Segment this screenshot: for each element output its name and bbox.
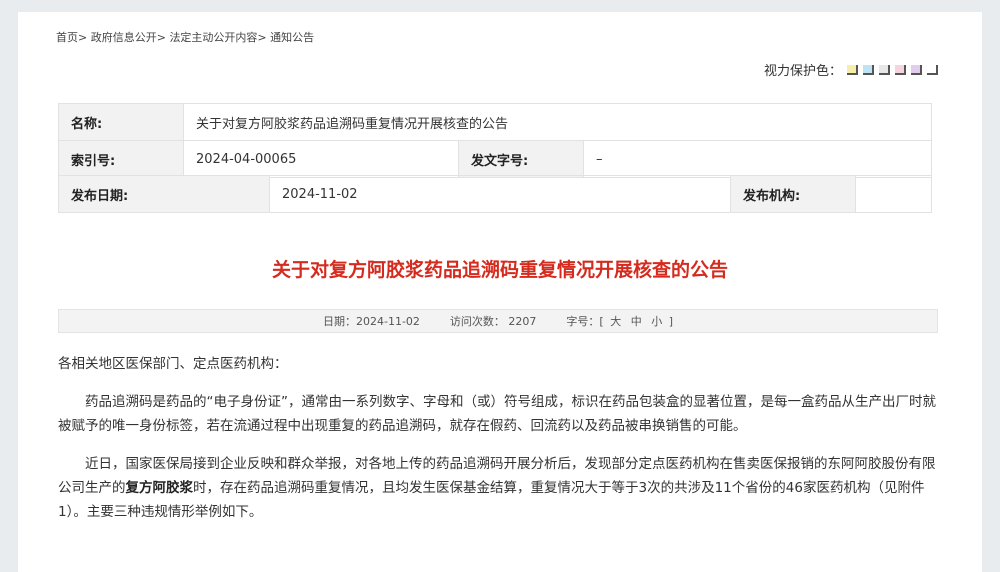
color-swatch-white[interactable] xyxy=(927,64,938,75)
font-size-medium-link[interactable]: 中 xyxy=(631,315,642,328)
color-swatch-gray[interactable] xyxy=(879,64,890,75)
color-swatch-pink[interactable] xyxy=(895,64,906,75)
meta-date-value: 2024-11-02 xyxy=(269,175,731,213)
breadcrumb-notices-link[interactable]: 通知公告 xyxy=(270,31,314,44)
document-meta-table-dates: 发布日期: 2024-11-02 发布机构: xyxy=(58,175,932,213)
vision-protect-label: 视力保护色： xyxy=(763,64,842,79)
article-title: 关于对复方阿胶浆药品追溯码重复情况开展核查的公告 xyxy=(271,259,728,281)
font-size-label: 字号：[ xyxy=(566,315,604,328)
meta-name-value: 关于对复方阿胶浆药品追溯码重复情况开展核查的公告 xyxy=(183,103,932,141)
meta-docno-value: – xyxy=(583,140,932,178)
meta-row-date: 发布日期: 2024-11-02 发布机构: xyxy=(58,175,932,213)
article-paragraph-1: 药品追溯码是药品的“电子身份证”，通常由一系列数字、字母和（或）符号组成，标识在… xyxy=(58,394,936,434)
breadcrumb-gov-info-link[interactable]: 政府信息公开> xyxy=(91,31,166,44)
article-paragraph-2: 近日，国家医保局接到企业反映和群众举报，对各地上传的药品追溯码开展分析后，发现部… xyxy=(58,452,936,524)
meta-org-value xyxy=(855,175,932,213)
meta-docno-label: 发文字号: xyxy=(458,140,584,178)
breadcrumb: 首页> 政府信息公开> 法定主动公开内容> 通知公告 xyxy=(56,29,314,45)
meta-org-label: 发布机构: xyxy=(730,175,856,213)
font-size-large-link[interactable]: 大 xyxy=(610,315,621,328)
meta-row-index: 索引号: 2024-04-00065 发文字号: – xyxy=(58,140,932,178)
color-swatch-purple[interactable] xyxy=(911,64,922,75)
meta-index-label: 索引号: xyxy=(58,140,184,178)
meta-index-value: 2024-04-00065 xyxy=(183,140,459,178)
document-meta-table: 名称: 关于对复方阿胶浆药品追溯码重复情况开展核查的公告 索引号: 2024-0… xyxy=(58,103,932,178)
font-size-small-link[interactable]: 小 xyxy=(651,315,662,328)
article-salutation: 各相关地区医保部门、定点医药机构： xyxy=(58,356,288,372)
meta-date-label: 发布日期: xyxy=(58,175,270,213)
breadcrumb-statutory-link[interactable]: 法定主动公开内容> xyxy=(169,31,266,44)
article-date: 日期：2024-11-02 xyxy=(322,315,420,328)
breadcrumb-home-link[interactable]: 首页> xyxy=(56,31,87,44)
paragraph-2-bold-product: 复方阿胶浆 xyxy=(125,480,194,496)
page-container: 首页> 政府信息公开> 法定主动公开内容> 通知公告 视力保护色： 名称: 关于… xyxy=(18,12,982,572)
vision-protect-color: 视力保护色： xyxy=(764,60,938,79)
font-size-close-bracket: ] xyxy=(668,315,674,328)
meta-name-label: 名称: xyxy=(58,103,184,141)
article-body: 各相关地区医保部门、定点医药机构： 药品追溯码是药品的“电子身份证”，通常由一系… xyxy=(58,352,936,538)
font-size-selector: 字号：[ 大 中 小 ] xyxy=(566,313,673,329)
article-info-bar: 日期：2024-11-02 访问次数： 2207 字号：[ 大 中 小 ] xyxy=(58,309,938,333)
meta-row-name: 名称: 关于对复方阿胶浆药品追溯码重复情况开展核查的公告 xyxy=(58,103,932,141)
article-visits: 访问次数： 2207 xyxy=(449,315,537,328)
color-swatch-blue[interactable] xyxy=(863,64,874,75)
color-swatch-yellow[interactable] xyxy=(847,64,858,75)
